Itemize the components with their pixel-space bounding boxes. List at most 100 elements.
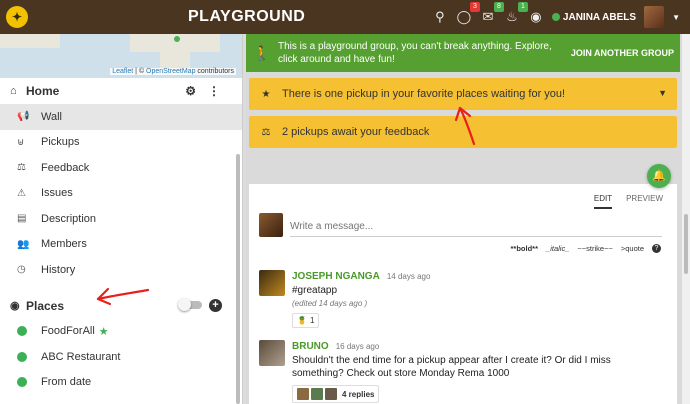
add-place-button[interactable]: +: [209, 298, 222, 312]
replies-button[interactable]: 4 replies: [292, 385, 380, 403]
sidebar-scrollbar[interactable]: [236, 154, 240, 404]
avatar[interactable]: [644, 6, 665, 28]
message-input[interactable]: [290, 217, 662, 237]
page-scrollbar[interactable]: [682, 34, 690, 404]
reaction-count: 1: [309, 316, 315, 325]
place-item-foodforall[interactable]: FoodForAll ★: [0, 319, 242, 345]
join-another-group-button[interactable]: JOIN ANOTHER GROUP: [571, 48, 674, 58]
pickup-waiting-banner[interactable]: ★ There is one pickup in your favorite p…: [249, 78, 677, 110]
post-author[interactable]: BRUNO: [292, 341, 329, 352]
gear-icon[interactable]: ⚙: [185, 84, 196, 98]
group-map[interactable]: Leaflet | © OpenStreetMap contributors: [0, 34, 242, 78]
chat-icon[interactable]: ◯ 3: [456, 2, 480, 25]
md-bold: **bold**: [510, 244, 539, 253]
sidebar-item-label: Members: [41, 238, 87, 251]
sidebar-item-pickups[interactable]: ⊎ Pickups: [0, 130, 242, 156]
place-item-from-date[interactable]: From date: [0, 370, 242, 396]
md-strike: ~~strike~~: [577, 244, 613, 253]
scrollbar-thumb[interactable]: [684, 214, 688, 274]
clock-icon: ◷: [17, 264, 26, 276]
star-icon: ★: [261, 88, 271, 100]
leaflet-link[interactable]: Leaflet: [112, 68, 133, 75]
sidebar-item-label: Issues: [41, 187, 73, 200]
online-status-dot: [551, 13, 560, 21]
post-timestamp: 16 days ago: [335, 342, 380, 351]
sidebar-item-issues[interactable]: ⚠ Issues: [0, 181, 242, 207]
bell-icon[interactable]: ♨ 1: [504, 2, 528, 25]
favorites-toggle[interactable]: [178, 297, 202, 311]
megaphone-icon: 📢: [17, 111, 30, 123]
post-author[interactable]: JOSEPH NGANGA: [292, 271, 380, 282]
place-label: From date: [41, 376, 92, 389]
avatar[interactable]: [259, 270, 285, 296]
group-title[interactable]: PLAYGROUND: [188, 8, 305, 26]
notifications-badge: 1: [518, 2, 528, 12]
tab-preview[interactable]: PREVIEW: [626, 194, 663, 209]
info-text: This is a playground group, you can't br…: [278, 41, 552, 65]
sidebar-item-label: Pickups: [41, 136, 80, 149]
map-attribution: Leaflet | © OpenStreetMap contributors: [110, 68, 236, 75]
globe-icon[interactable]: ◉: [528, 9, 544, 25]
editor-tabs: EDIT PREVIEW: [593, 194, 663, 209]
markdown-hint: **bold** _italic_ ~~strike~~ >quote ?: [511, 244, 661, 253]
main-content: 🚶 This is a playground group, you can't …: [246, 34, 690, 404]
home-title: Home: [26, 84, 60, 98]
place-label: FoodForAll: [41, 325, 95, 338]
user-name: JANINA ABELS: [562, 11, 637, 23]
top-icons: ⚲ ◯ 3 ✉ 8 ♨ 1 ◉ JANINA ABELS ▼: [432, 0, 680, 34]
md-quote: >quote: [620, 244, 644, 253]
chevron-down-icon[interactable]: ▼: [658, 88, 667, 98]
app-logo-icon[interactable]: ✦: [6, 6, 28, 28]
attribution-tail: contributors: [195, 68, 234, 75]
sidebar-item-description[interactable]: ▤ Description: [0, 206, 242, 232]
place-status-dot: [17, 326, 27, 337]
tab-edit[interactable]: EDIT: [593, 194, 613, 209]
avatar: [297, 388, 309, 400]
place-status-dot: [17, 377, 27, 388]
home-icon: ⌂: [10, 85, 17, 97]
post-timestamp: 14 days ago: [386, 272, 431, 281]
user-menu[interactable]: JANINA ABELS: [551, 11, 637, 23]
reaction-button[interactable]: 🍍 1: [292, 313, 320, 328]
place-label: ABC Restaurant: [41, 350, 121, 363]
sidebar-item-label: History: [41, 263, 76, 276]
sidebar-item-wall[interactable]: 📢 Wall: [0, 104, 242, 130]
search-icon[interactable]: ⚲: [432, 9, 448, 25]
place-icon: ◉: [10, 300, 20, 312]
reaction-emoji-icon: 🍍: [297, 316, 307, 325]
sidebar: Leaflet | © OpenStreetMap contributors ⌂…: [0, 34, 243, 404]
map-land: [0, 34, 60, 48]
more-vert-icon[interactable]: ⋮: [208, 84, 220, 98]
help-icon[interactable]: ?: [652, 244, 661, 253]
sidebar-item-members[interactable]: 👥 Members: [0, 232, 242, 258]
basket-icon: ⊎: [17, 136, 25, 148]
scale-icon: ⚖: [261, 126, 271, 138]
person-icon: 🚶: [253, 44, 271, 61]
pickup-waiting-text: There is one pickup in your favorite pla…: [282, 88, 566, 100]
md-italic: _italic_: [546, 244, 570, 253]
feedback-banner[interactable]: ⚖ 2 pickups await your feedback: [249, 116, 677, 148]
post-edited-note: (edited 14 days ago ): [292, 299, 368, 308]
sidebar-item-label: Description: [41, 212, 97, 225]
replies-count: 4 replies: [342, 389, 375, 399]
avatar[interactable]: [259, 340, 285, 366]
toggle-knob: [178, 297, 191, 311]
map-marker-icon[interactable]: [174, 36, 180, 42]
sidebar-item-label: Feedback: [41, 161, 90, 174]
place-item-abc-restaurant[interactable]: ABC Restaurant: [0, 344, 242, 370]
chat-badge: 3: [470, 2, 480, 12]
sidebar-item-history[interactable]: ◷ History: [0, 257, 242, 283]
osm-link[interactable]: OpenStreetMap: [146, 68, 195, 75]
sidebar-item-feedback[interactable]: ⚖ Feedback: [0, 155, 242, 181]
chevron-down-icon[interactable]: ▼: [672, 13, 680, 22]
top-bar: ✦ PLAYGROUND ⚲ ◯ 3 ✉ 8 ♨ 1 ◉ JANINA ABELS ▼: [0, 0, 690, 34]
wall-feed: EDIT PREVIEW **bold** _italic_ ~~strike~…: [249, 184, 677, 404]
messages-icon[interactable]: ✉ 8: [480, 2, 504, 25]
home-section-header: ⌂ Home ⚙ ⋮: [0, 78, 242, 104]
notification-bell-button[interactable]: 🔔: [647, 164, 671, 188]
sidebar-item-label: Wall: [41, 110, 62, 123]
place-status-dot: [17, 351, 27, 362]
post-text: Shouldn't the end time for a pickup appe…: [292, 355, 611, 379]
avatar: [325, 388, 337, 400]
places-section-header: ◉ Places +: [0, 293, 242, 319]
